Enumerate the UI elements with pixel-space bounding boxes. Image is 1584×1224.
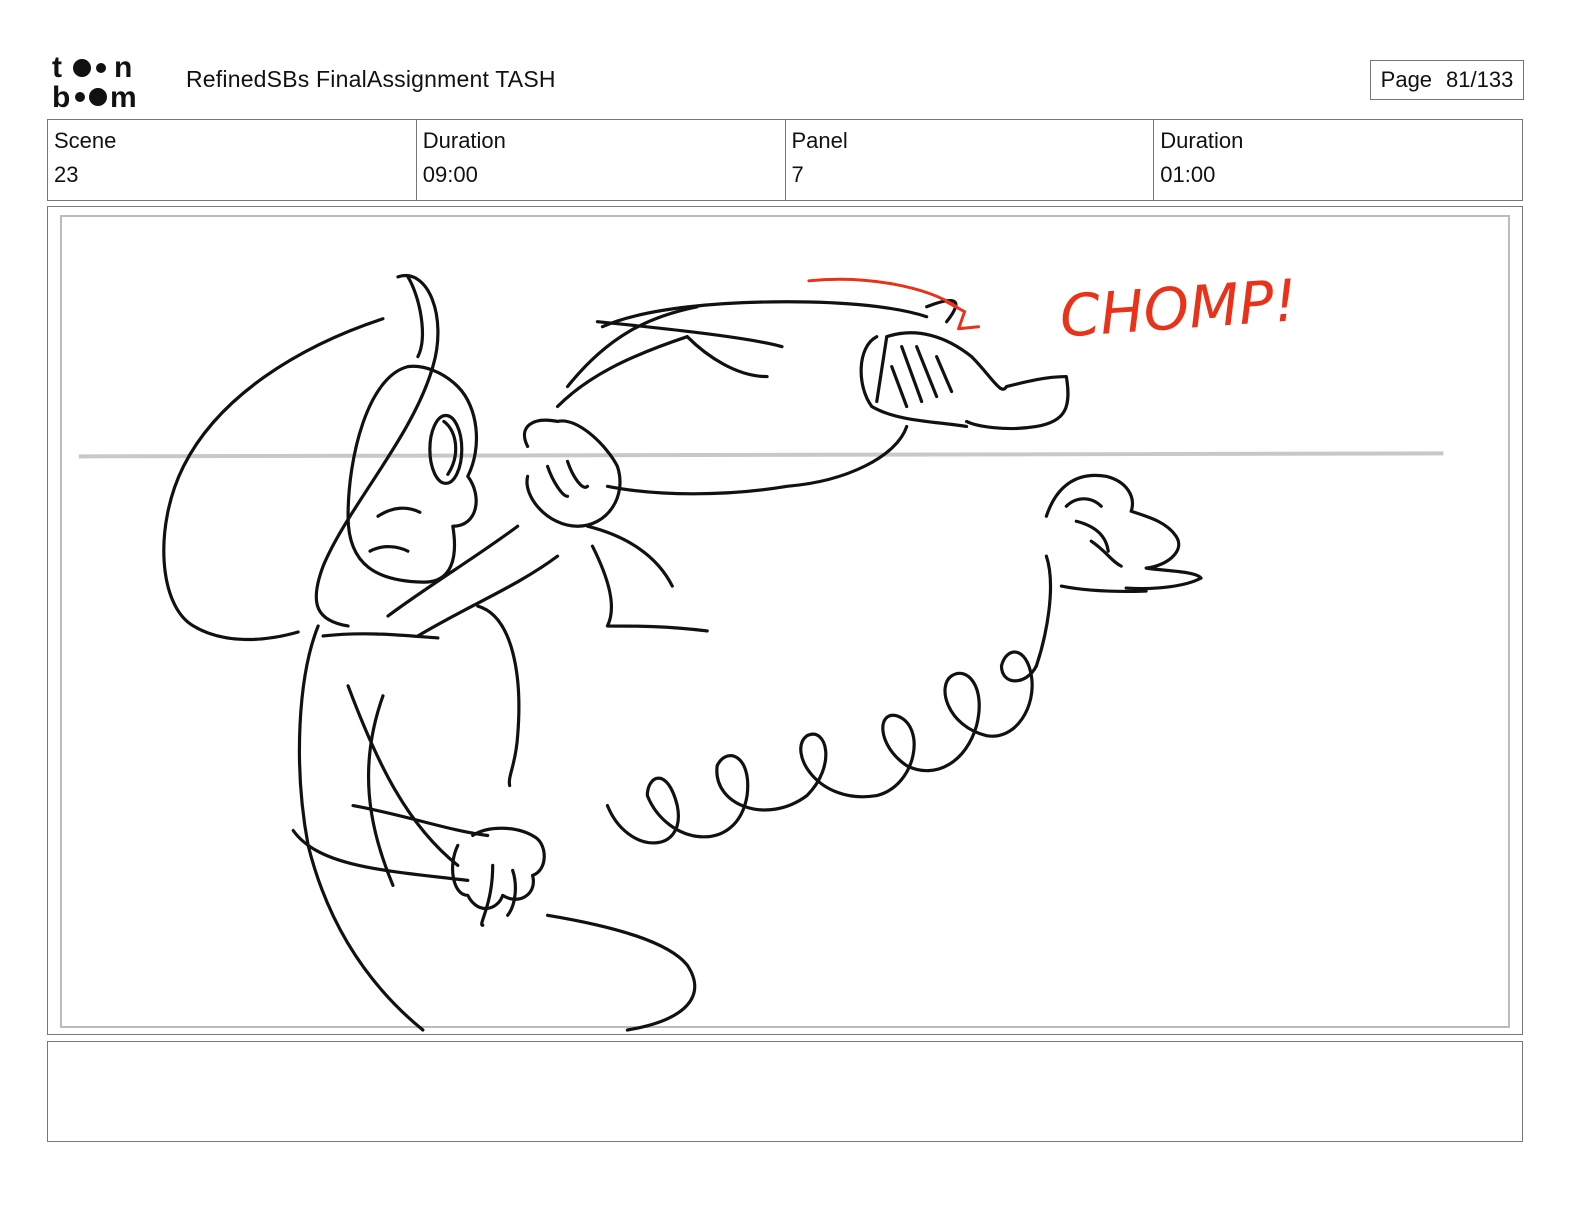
sfx-chomp: CHOMP! [1058,266,1300,350]
panel-value: 7 [791,162,804,187]
scene-info-table: Scene 23 Duration 09:00 Panel 7 Duration… [47,119,1523,201]
storyboard-panel: CHOMP! [47,206,1523,1035]
scene-label: Scene [54,128,117,153]
page-number: 81/133 [1446,67,1514,92]
character-body [297,624,425,1032]
panel-duration-cell: Duration 01:00 [1154,120,1522,200]
scene-duration-label: Duration [422,128,506,153]
character-hand [451,826,546,911]
scene-duration-cell: Duration 09:00 [417,120,786,200]
panel-duration-label: Duration [1160,128,1244,153]
horizon-line [78,451,1444,459]
creature-coils [605,650,1038,845]
creature-claws [1044,473,1203,591]
toon-boom-logo: t n b m [52,52,137,110]
panel-duration-value: 01:00 [1160,162,1216,187]
page-label: Page [1380,67,1433,92]
panel-sketch: CHOMP! [78,266,1444,1032]
panel-label: Panel [791,128,848,153]
scene-duration-value: 09:00 [422,162,478,187]
page-indicator: Page 81/133 [1370,60,1524,100]
logo-text-bottom: b [52,81,70,110]
document-title: RefinedSBs FinalAssignment TASH [186,66,556,92]
svg-text:m: m [110,81,137,110]
scene-value: 23 [54,162,79,187]
scene-cell: Scene 23 [48,120,417,200]
panel-cell: Panel 7 [786,120,1155,200]
panel-notes [47,1041,1523,1142]
svg-text:n: n [114,52,132,84]
logo-text-top: t [52,52,62,84]
creature-head [600,300,929,329]
